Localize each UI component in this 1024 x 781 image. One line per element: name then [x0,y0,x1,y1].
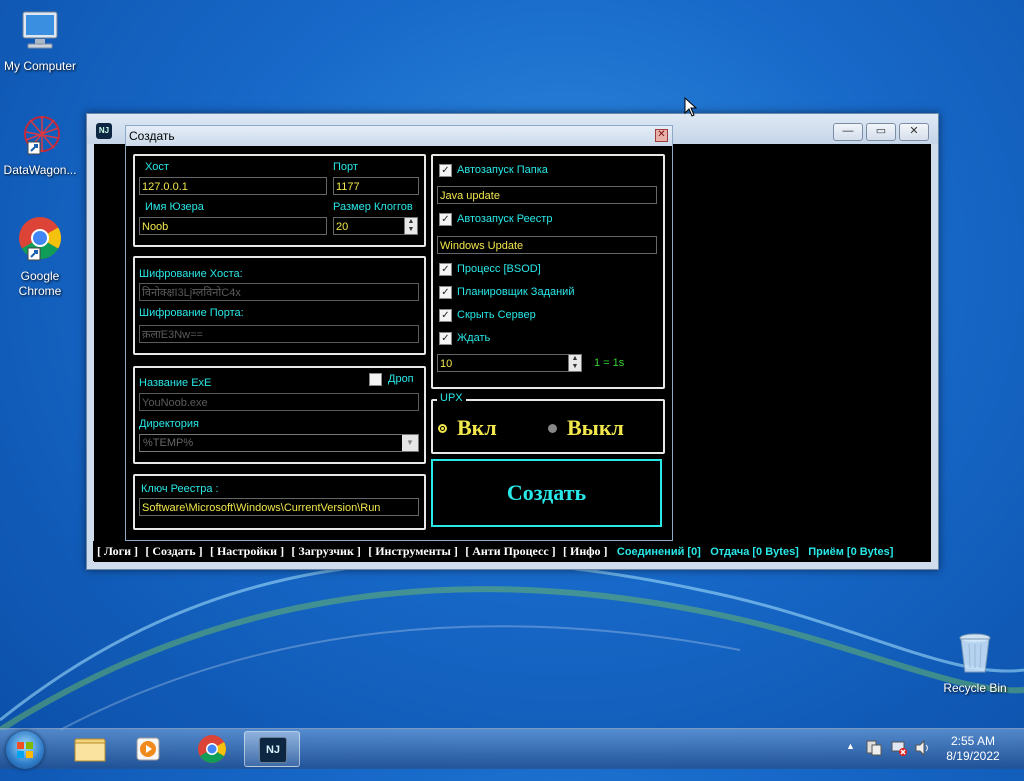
njrat-icon-text: NJ [265,744,281,756]
user-input[interactable]: Noob [139,217,327,235]
taskbar-chrome[interactable] [184,731,240,767]
start-button[interactable] [6,731,44,769]
exe-name-input[interactable]: YouNoob.exe [139,393,419,411]
autorun-folder-input[interactable]: Java update [437,186,657,204]
bsod-label: Процесс [BSOD] [457,263,541,275]
port-label: Порт [333,161,358,173]
autorun-registry-input[interactable]: Windows Update [437,236,657,254]
drop-label: Дроп [388,373,414,385]
close-button[interactable]: ✕ [899,123,929,141]
port-input[interactable]: 1177 [333,177,419,195]
action-center-icon[interactable] [866,739,882,779]
minimize-button[interactable]: — [833,123,863,141]
folder-icon [74,738,106,762]
volume-icon[interactable] [914,739,932,779]
taskbar-explorer[interactable] [62,731,118,767]
directory-select[interactable]: %TEMP% ▼ [139,434,419,452]
chrome-icon [0,214,80,267]
exe-name-label: Название ExE [139,377,212,389]
autorun-registry-checkbox[interactable]: ✓ [439,213,452,226]
port-encryption-label: Шифрование Порта: [139,307,244,319]
menu-info[interactable]: [ Инфо ] [563,541,608,561]
hide-server-label: Скрыть Сервер [457,309,536,321]
recycle-bin-icon [935,630,1015,679]
network-icon[interactable] [890,739,908,779]
connections-status: Соединений [0] [616,546,701,558]
dialog-titlebar[interactable]: Создать ✕ [126,126,672,146]
dialog-close-button[interactable]: ✕ [655,129,668,142]
njrat-icon: NJ [259,737,287,763]
chrome-icon [198,735,226,763]
directory-select-value: %TEMP% [143,437,194,449]
datawagon-icon [0,112,80,161]
scheduler-checkbox[interactable]: ✓ [439,286,452,299]
taskbar-clock[interactable]: 2:55 AM 8/19/2022 [942,734,1004,764]
desktop-icon-label: Google Chrome [18,269,62,298]
desktop-icon-label: Recycle Bin [943,681,1007,695]
wait-stepper[interactable]: ▲ ▼ [568,354,582,372]
show-hidden-icons[interactable]: ▲ [846,741,855,781]
wait-checkbox[interactable]: ✓ [439,332,452,345]
clock-date: 8/19/2022 [946,749,1000,763]
upx-on-label[interactable]: Вкл [457,415,497,441]
autorun-registry-label: Автозапуск Реестр [457,213,553,225]
host-input[interactable]: 127.0.0.1 [139,177,327,195]
user-label: Имя Юзера [145,201,204,213]
directory-label: Директория [139,418,200,430]
registry-key-label: Ключ Реестра : [141,483,219,495]
desktop-icon-datawagon[interactable]: DataWagon... [0,112,80,178]
media-player-icon [136,737,160,761]
desktop-icon-label: My Computer [3,59,77,73]
mouse-cursor-icon [684,97,698,117]
taskbar: NJ ▲ 2:55 AM 8/19/2022 [0,728,1024,769]
restore-button[interactable]: ▭ [866,123,896,141]
upload-status: Отдача [0 Bytes] [710,546,799,558]
app-menubar: [ Логи ] [ Создать ] [ Настройки ] [ Заг… [93,541,930,561]
registry-key-input[interactable]: Software\Microsoft\Windows\CurrentVersio… [139,498,419,516]
upx-off-radio[interactable] [548,424,557,433]
wait-hint: 1 = 1s [594,357,625,369]
taskbar-media-player[interactable] [120,731,176,767]
create-button[interactable]: Создать [431,459,662,527]
klog-size-label: Размер Клоггов [333,201,413,213]
dialog-title: Создать [129,129,175,143]
download-status: Приём [0 Bytes] [808,546,894,558]
klog-size-stepper[interactable]: ▲ ▼ [404,217,418,235]
desktop-icon-recycle-bin[interactable]: Recycle Bin [935,630,1015,696]
windows-logo-icon [17,742,33,758]
upx-off-label[interactable]: Выкл [567,415,624,441]
menu-tools[interactable]: [ Инструменты ] [368,541,458,561]
wait-label: Ждать [457,332,491,344]
menu-loader[interactable]: [ Загрузчик ] [291,541,360,561]
host-encryption-label: Шифрование Хоста: [139,268,243,280]
desktop-icon-label: DataWagon... [3,163,77,177]
app-logo-icon: NJ [96,123,112,139]
hide-server-checkbox[interactable]: ✓ [439,309,452,322]
upx-on-radio[interactable] [438,424,447,433]
autorun-folder-label: Автозапуск Папка [457,164,548,176]
wait-input[interactable]: 10 [437,354,569,372]
drop-checkbox[interactable]: ✓ [369,373,382,386]
desktop-icon-my-computer[interactable]: My Computer [0,8,80,74]
host-label: Хост [145,161,169,173]
scheduler-label: Планировщик Заданий [457,286,575,298]
port-encryption-input[interactable]: क़लाE3Nw== [139,325,419,343]
host-encryption-input[interactable]: विनोक्क्षI3Lįम्लविनोC4x [139,283,419,301]
menu-settings[interactable]: [ Настройки ] [210,541,284,561]
autorun-folder-checkbox[interactable]: ✓ [439,164,452,177]
menu-logs[interactable]: [ Логи ] [97,541,138,561]
computer-icon [0,8,80,57]
bsod-checkbox[interactable]: ✓ [439,263,452,276]
chevron-down-icon[interactable]: ▼ [402,435,418,451]
taskbar-njrat[interactable]: NJ [244,731,300,767]
upx-title: UPX [437,392,466,404]
clock-time: 2:55 AM [950,734,996,748]
menu-create[interactable]: [ Создать ] [145,541,202,561]
desktop-icon-google-chrome[interactable]: Google Chrome [0,214,80,299]
klog-size-input[interactable]: 20 [333,217,405,235]
menu-anti-process[interactable]: [ Анти Процесс ] [465,541,555,561]
